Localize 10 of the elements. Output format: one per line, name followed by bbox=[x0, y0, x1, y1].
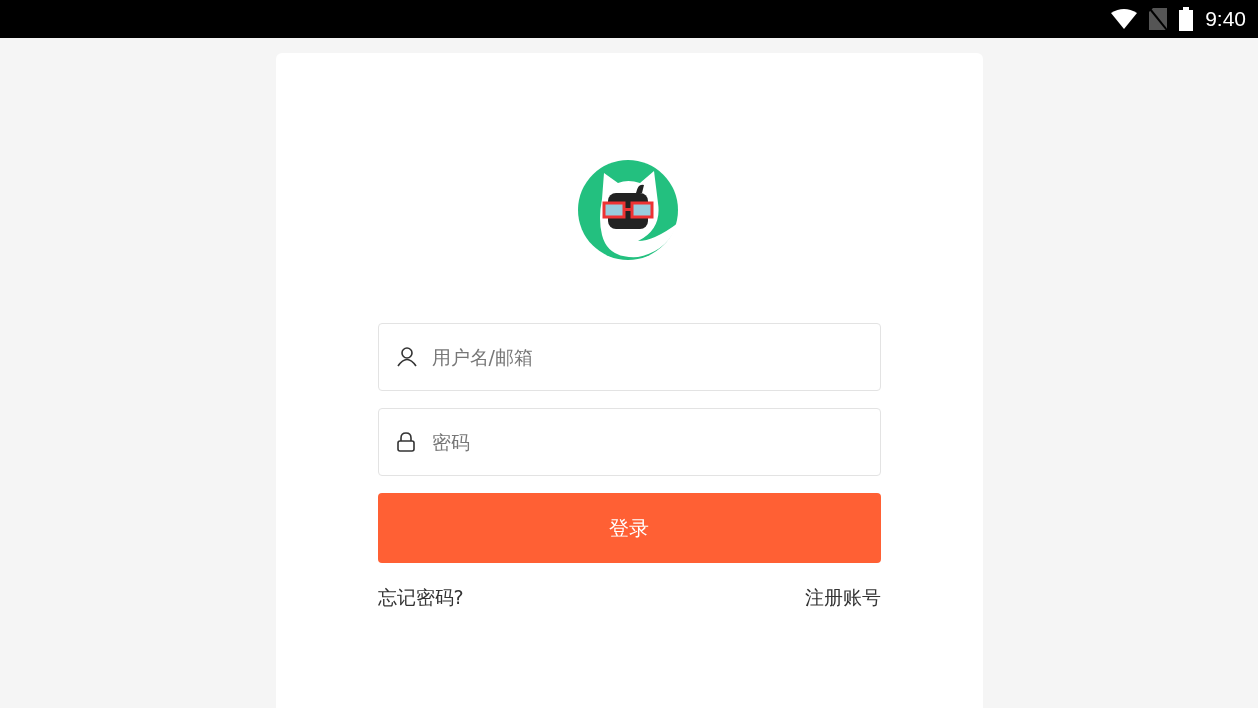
password-field[interactable]: 密码 bbox=[377, 408, 881, 476]
no-sim-icon bbox=[1149, 8, 1168, 30]
username-field[interactable]: 用户名/邮箱 bbox=[377, 323, 881, 391]
register-link[interactable]: 注册账号 bbox=[804, 585, 881, 611]
user-icon bbox=[396, 347, 417, 367]
lock-icon bbox=[396, 432, 415, 452]
wifi-icon bbox=[1111, 9, 1138, 29]
forgot-password-link[interactable]: 忘记密码? bbox=[377, 585, 464, 611]
battery-icon bbox=[1179, 7, 1194, 31]
clock-time: 9:40 bbox=[1205, 7, 1246, 31]
